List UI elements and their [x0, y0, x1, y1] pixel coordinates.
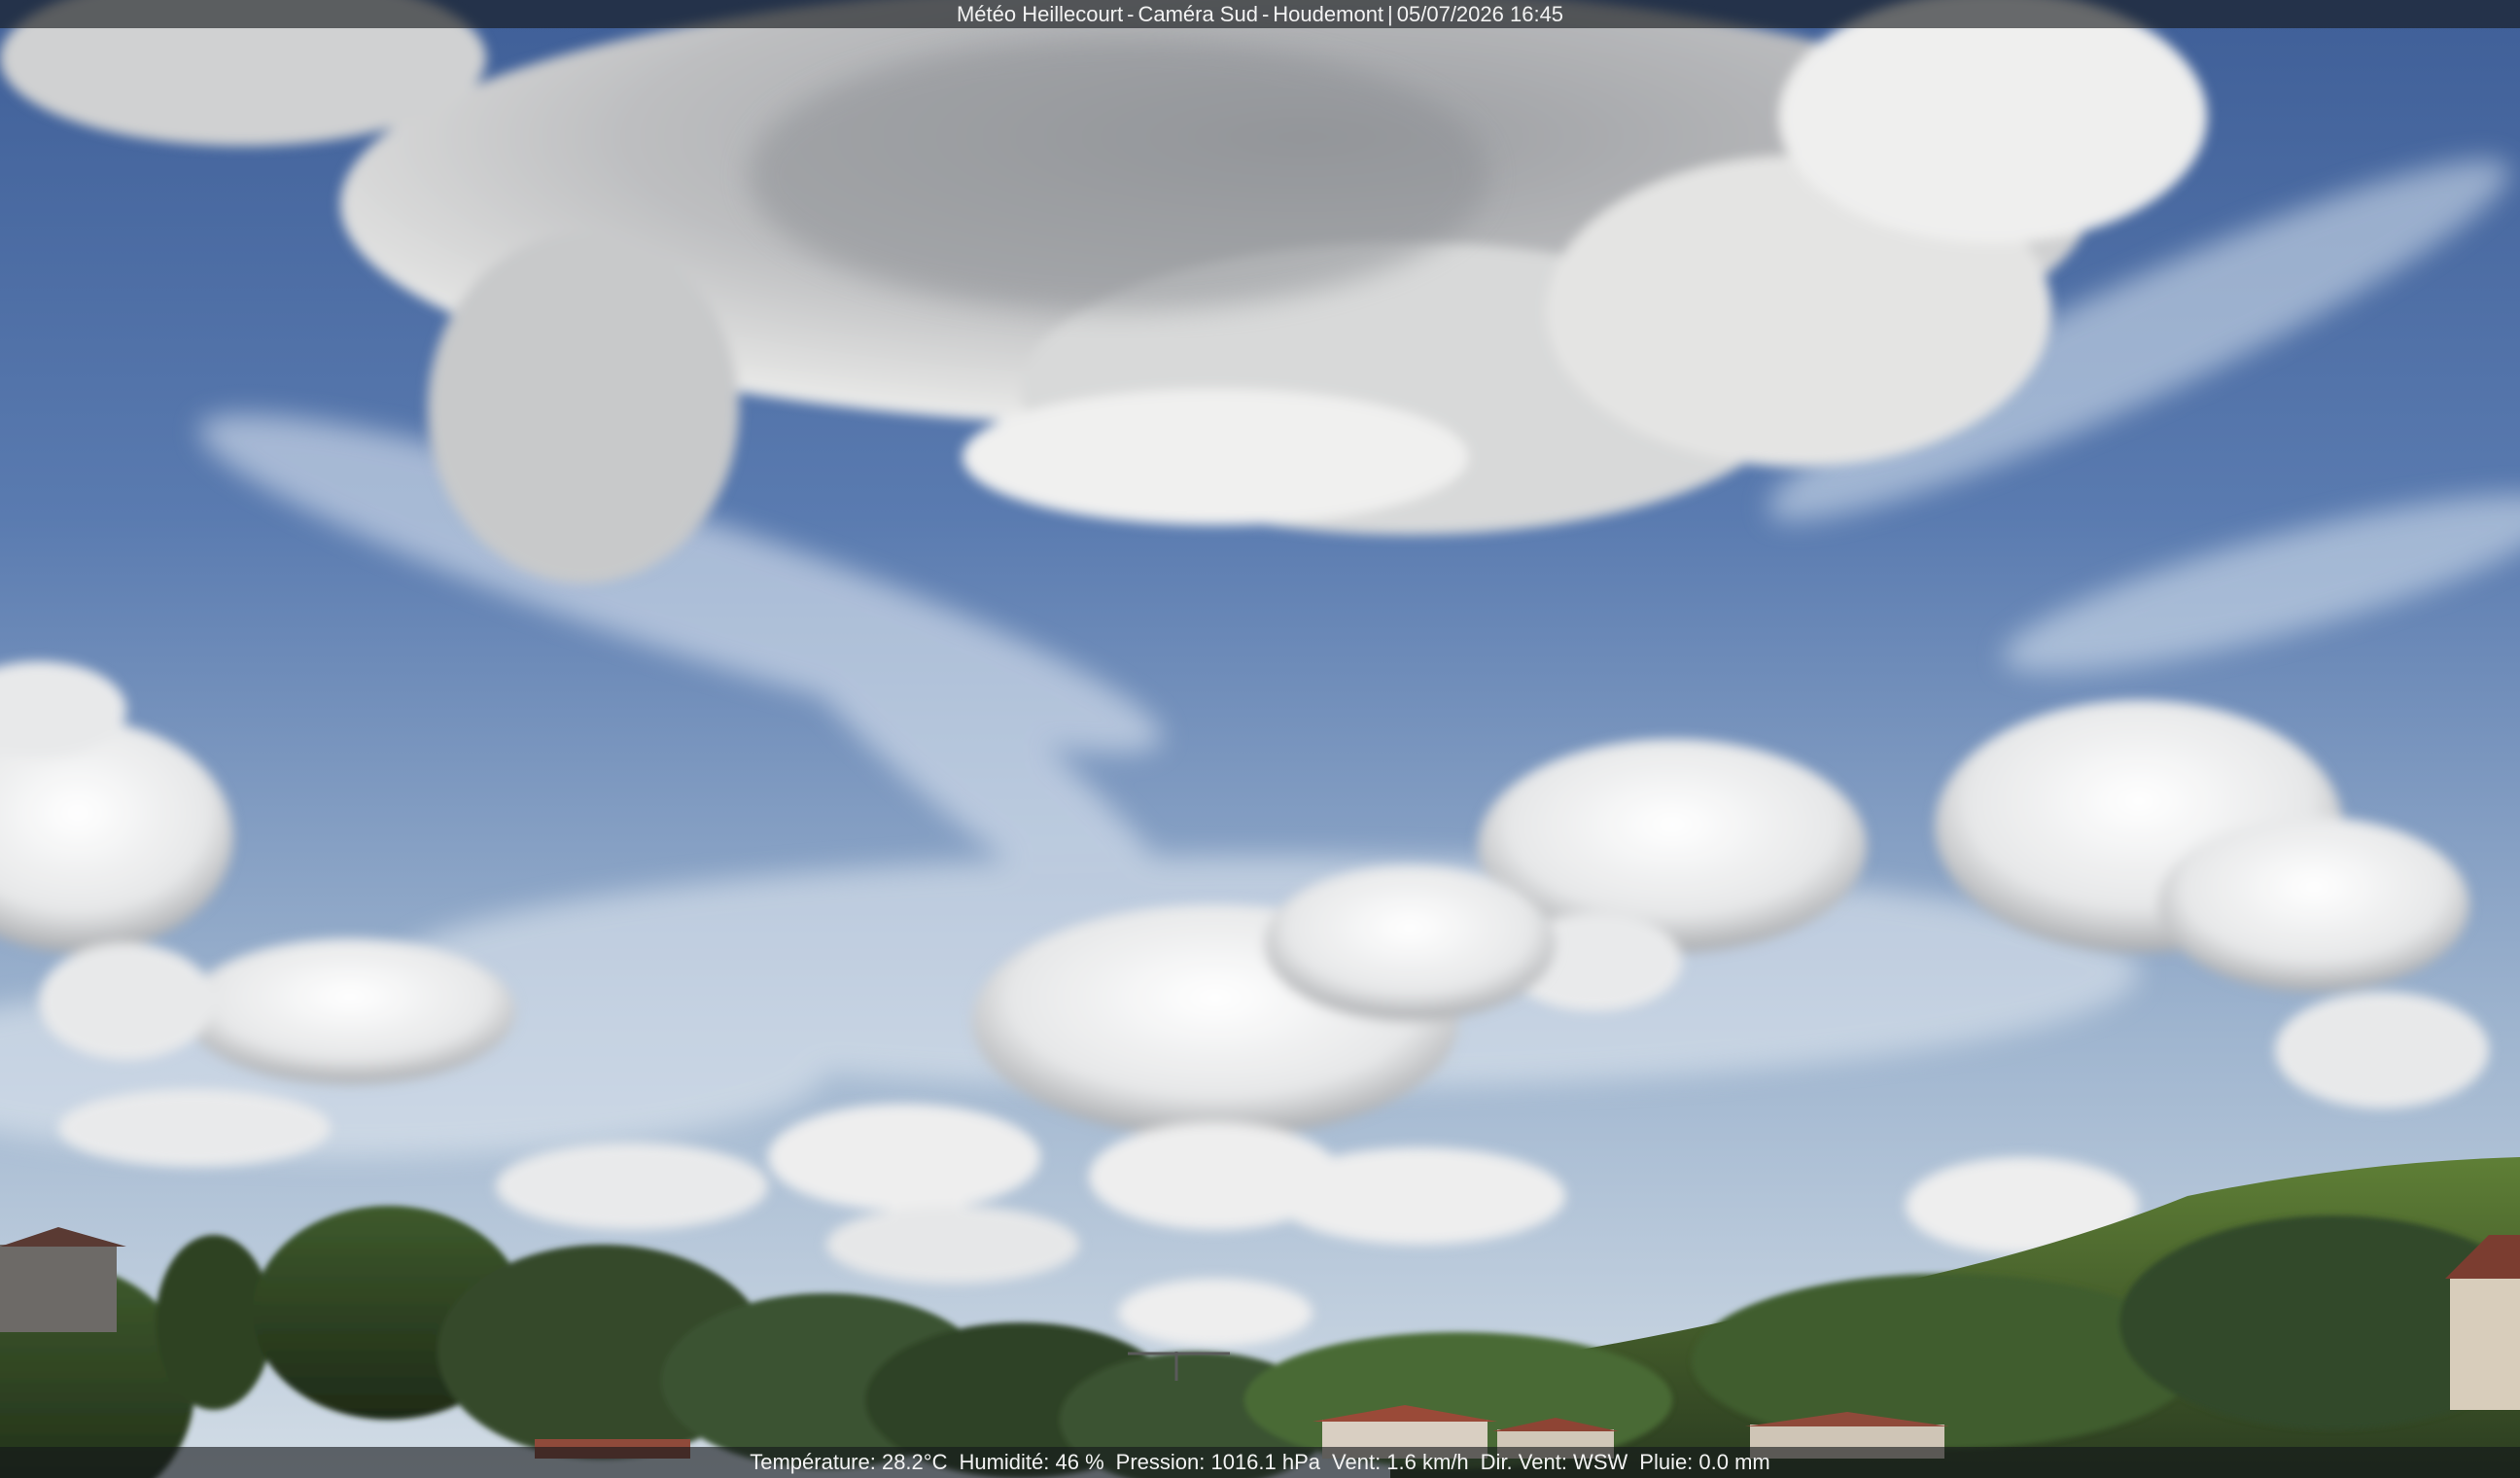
rain-readout: Pluie: 0.0 mm: [1639, 1450, 1770, 1474]
timestamp: 05/07/2026 16:45: [1396, 2, 1564, 26]
temperature-readout: Température: 28.2°C: [750, 1450, 948, 1474]
humidity-readout: Humidité: 46 %: [959, 1450, 1104, 1474]
camera-name: Caméra Sud: [1138, 2, 1258, 26]
webcam-view: Météo Heillecourt - Caméra Sud - Houdemont | 0…: [0, 0, 2520, 1478]
pressure-readout: Pression: 1016.1 hPa: [1115, 1450, 1321, 1474]
caption-top-bar: Météo Heillecourt - Caméra Sud - Houdemont | 0…: [0, 0, 2520, 28]
wind-speed-readout: Vent: 1.6 km/h: [1332, 1450, 1469, 1474]
sky-scene: [0, 0, 2520, 1478]
location-name: Houdemont: [1273, 2, 1384, 26]
weather-readout-bar: Température: 28.2°C Humidité: 46 % Pressio…: [0, 1447, 2520, 1478]
station-name: Météo Heillecourt: [956, 2, 1124, 26]
wind-direction-readout: Dir. Vent: WSW: [1480, 1450, 1628, 1474]
